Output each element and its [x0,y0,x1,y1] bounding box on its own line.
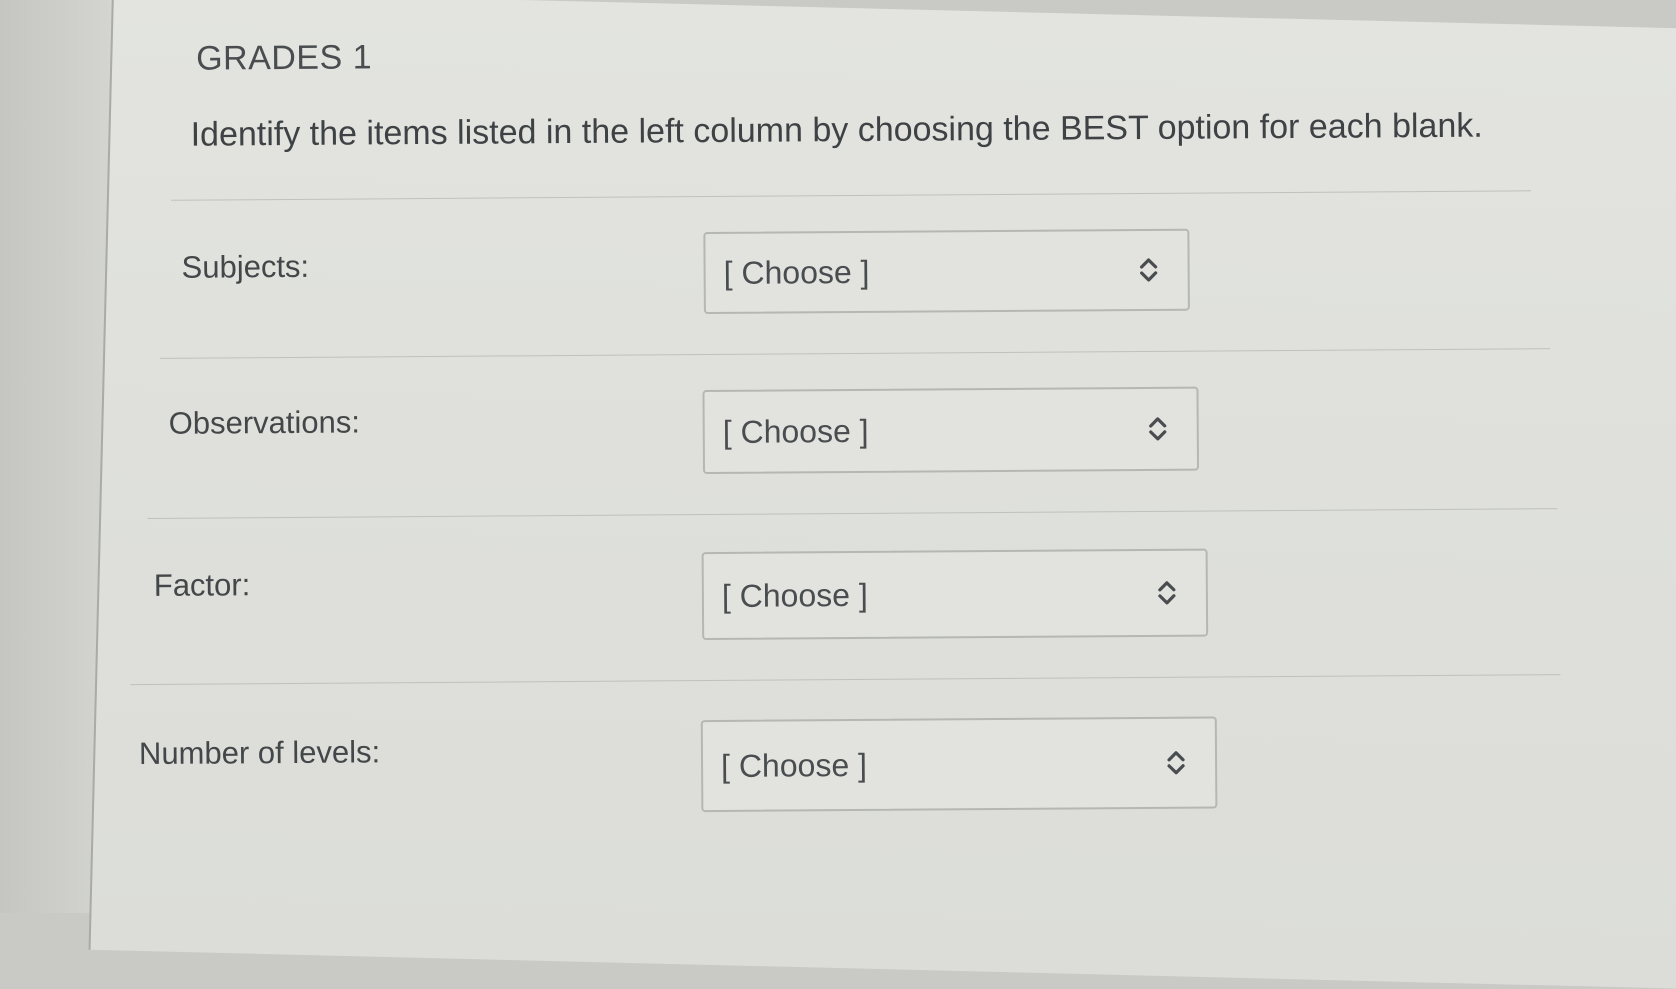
up-down-chevron-icon [1167,751,1185,775]
divider-1 [160,348,1551,359]
quiz-instructions: Identify the items listed in the left co… [190,106,1483,154]
factor-select[interactable]: [ Choose ] [701,548,1209,641]
select-value: [ Choose ] [720,746,868,784]
row-label-factor: Factor: [153,567,251,603]
divider-2 [147,508,1558,519]
divider-3 [130,674,1561,686]
quiz-title: GRADES 1 [195,38,373,78]
select-value: [ Choose ] [723,253,870,291]
select-value: [ Choose ] [721,576,868,614]
up-down-chevron-icon [1158,581,1176,605]
subjects-select[interactable]: [ Choose ] [703,228,1190,315]
row-label-number-of-levels: Number of levels: [138,734,381,772]
select-value: [ Choose ] [722,412,869,450]
up-down-chevron-icon [1140,258,1158,282]
observations-select[interactable]: [ Choose ] [702,386,1200,475]
up-down-chevron-icon [1149,417,1167,441]
quiz-content: GRADES 1 Identify the items listed in th… [130,30,1626,920]
row-label-subjects: Subjects: [181,248,310,285]
divider-top [171,190,1532,201]
number-of-levels-select[interactable]: [ Choose ] [700,716,1218,813]
row-label-observations: Observations: [168,404,361,441]
